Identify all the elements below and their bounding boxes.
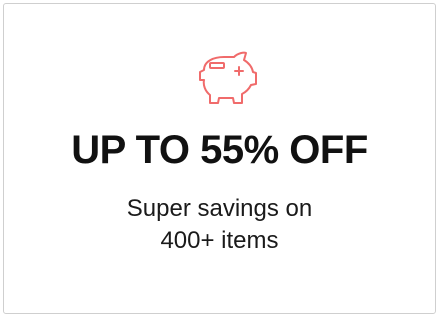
promo-subtext: Super savings on 400+ items [4, 193, 435, 257]
promo-card[interactable]: UP TO 55% OFF Super savings on 400+ item… [3, 3, 436, 314]
promo-subtext-line1: Super savings on [126, 195, 313, 222]
promo-subtext-line2: 400+ items [160, 227, 279, 254]
piggy-bank-icon [194, 47, 258, 107]
promo-headline: UP TO 55% OFF [71, 128, 368, 172]
